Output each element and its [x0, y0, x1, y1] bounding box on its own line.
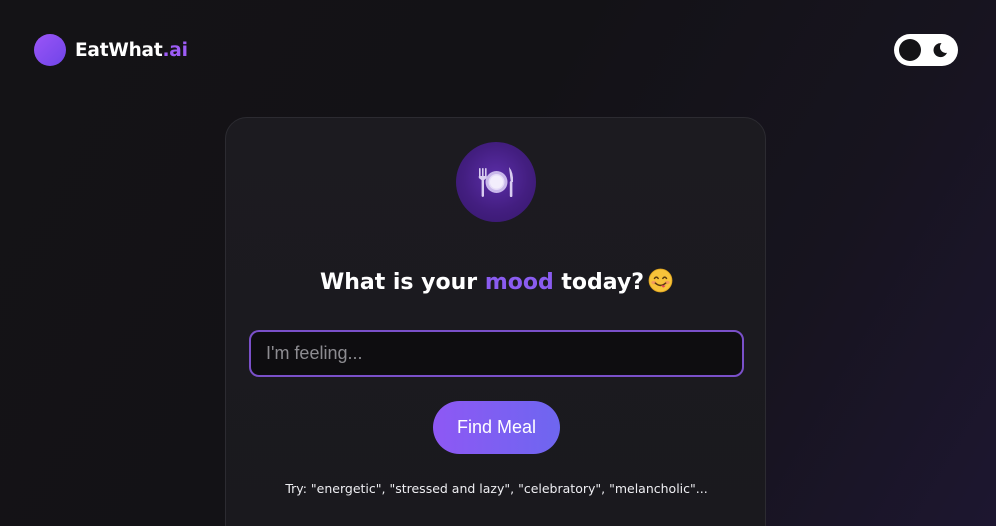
theme-toggle[interactable] — [894, 34, 958, 66]
plate-badge — [456, 142, 536, 222]
headline-before: What is your — [319, 270, 478, 295]
moon-icon — [933, 43, 947, 58]
mood-card: What is your mood today? Find Meal Try: … — [225, 117, 766, 526]
headline-highlight: mood — [484, 270, 554, 295]
plate-with-cutlery-icon — [478, 167, 514, 197]
headline-after: today? — [561, 270, 645, 295]
face-savoring-food-emoji-icon — [648, 268, 673, 293]
brand-name-suffix: .ai — [162, 39, 188, 61]
toggle-knob — [899, 39, 921, 61]
example-moods-hint: Try: "energetic", "stressed and lazy", "… — [285, 481, 708, 496]
find-meal-button[interactable]: Find Meal — [433, 401, 560, 454]
mood-headline: What is your mood today? — [226, 268, 767, 295]
logo-circle-icon — [34, 34, 66, 66]
mood-input[interactable] — [249, 330, 744, 377]
brand-name-main: EatWhat — [75, 39, 163, 61]
brand-logo[interactable]: EatWhat.ai — [34, 34, 188, 66]
brand-name: EatWhat.ai — [75, 40, 188, 61]
